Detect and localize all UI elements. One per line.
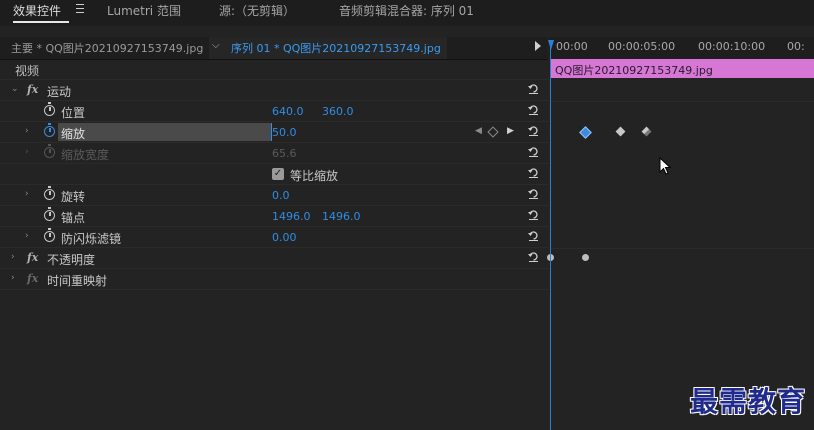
stopwatch-icon[interactable] — [44, 123, 55, 137]
property-label: 防闪烁滤镜 — [61, 232, 122, 246]
stopwatch-icon[interactable] — [44, 102, 55, 116]
effect-label: 不透明度 — [47, 253, 96, 267]
chevron-down-icon[interactable]: ⌄ — [11, 84, 19, 94]
reset-icon[interactable] — [528, 125, 539, 136]
property-anchor-row: 锚点 1496.0 1496.0 — [0, 206, 549, 227]
section-label: 视频 — [15, 64, 40, 78]
property-antiflicker-row: › 防闪烁滤镜 0.00 — [0, 227, 549, 248]
panel-tab-bar: 效果控件 Lumetri 范围 源:（无剪辑） 音频剪辑混合器: 序列 01 — [0, 0, 814, 26]
property-label: 位置 — [61, 106, 86, 120]
master-source-label[interactable]: 主要 * QQ图片20210927153749.jpg — [11, 40, 203, 56]
tab-audio-clip-mixer[interactable]: 音频剪辑混合器: 序列 01 — [339, 2, 474, 19]
effect-label: 时间重映射 — [47, 274, 108, 288]
tab-effect-controls[interactable]: 效果控件 — [13, 2, 61, 19]
sequence-clip-label[interactable]: 序列 01 * QQ图片20210927153749.jpg — [231, 40, 441, 56]
add-keyframe-icon[interactable] — [487, 126, 499, 138]
reset-icon[interactable] — [528, 146, 539, 157]
reset-icon[interactable] — [528, 251, 539, 262]
property-position-row: 位置 640.0 360.0 — [0, 101, 549, 122]
ruler-tick-label: 00:00 — [556, 40, 588, 53]
active-tab-indicator — [13, 21, 69, 23]
property-uniform-scale-row: ✓ 等比缩放 — [0, 164, 549, 185]
tab-lumetri-scopes[interactable]: Lumetri 范围 — [107, 2, 181, 19]
effect-time-remap-row[interactable]: › fx 时间重映射 — [0, 269, 549, 290]
ruler-tick-label: 00:00:10:00 — [698, 40, 766, 53]
chevron-right-icon[interactable]: › — [11, 252, 15, 262]
effect-motion-row[interactable]: ⌄ fx 运动 — [0, 80, 549, 101]
reset-icon[interactable] — [528, 188, 539, 199]
chevron-right-icon[interactable]: › — [11, 273, 15, 283]
anchor-x-value[interactable]: 1496.0 — [272, 210, 311, 223]
chevron-down-icon[interactable]: ⌵ — [212, 40, 220, 51]
playhead-handle[interactable] — [548, 40, 554, 50]
section-video: 视频 — [0, 59, 549, 80]
anchor-y-value[interactable]: 1496.0 — [322, 210, 361, 223]
reset-icon[interactable] — [528, 83, 539, 94]
chevron-right-icon[interactable]: › — [25, 231, 29, 241]
property-rotation-row: › 旋转 0.0 — [0, 185, 549, 206]
selected-highlight — [58, 123, 271, 141]
fx-icon[interactable]: fx — [27, 251, 38, 264]
effect-label: 运动 — [47, 85, 72, 99]
uniform-scale-checkbox[interactable]: ✓ — [272, 168, 284, 180]
ruler-tick-label: 00: — [787, 40, 805, 53]
play-only-clip-icon[interactable] — [535, 41, 541, 51]
uniform-scale-label: 等比缩放 — [290, 169, 339, 183]
scale-width-value: 65.6 — [272, 147, 297, 160]
mouse-cursor-icon — [659, 157, 671, 175]
effect-opacity-row[interactable]: › fx 不透明度 — [0, 248, 549, 269]
property-label: 旋转 — [61, 190, 86, 204]
tab-source[interactable]: 源:（无剪辑） — [219, 2, 295, 19]
timeline-divider — [550, 248, 814, 249]
reset-icon[interactable] — [528, 209, 539, 220]
antiflicker-value[interactable]: 0.00 — [272, 231, 297, 244]
property-label: 缩放 — [61, 127, 86, 141]
stopwatch-icon — [44, 144, 55, 158]
fx-icon: fx — [27, 272, 39, 285]
reset-icon[interactable] — [528, 104, 539, 115]
clip-header-row: 主要 * QQ图片20210927153749.jpg ⌵ 序列 01 * QQ… — [0, 37, 548, 60]
fx-icon[interactable]: fx — [27, 83, 38, 96]
position-x-value[interactable]: 640.0 — [272, 105, 304, 118]
rotation-value[interactable]: 0.0 — [272, 189, 290, 202]
opacity-keyframe[interactable] — [582, 254, 589, 261]
property-scale-width-row: › 缩放宽度 65.6 — [0, 143, 549, 164]
next-keyframe-icon[interactable]: ▶ — [507, 126, 514, 136]
property-label: 缩放宽度 — [61, 148, 110, 162]
ruler-tick-label: 00:00:05:00 — [608, 40, 676, 53]
reset-icon[interactable] — [528, 230, 539, 241]
chevron-right-icon[interactable]: › — [25, 189, 29, 199]
position-y-value[interactable]: 360.0 — [322, 105, 354, 118]
property-scale-row: › 缩放 50.0 ◀ ▶ — [0, 122, 549, 143]
stopwatch-icon[interactable] — [44, 186, 55, 200]
panel-menu-icon[interactable] — [76, 4, 84, 16]
clip-bar-label: QQ图片20210927153749.jpg — [555, 64, 713, 77]
watermark-logo: 最需教育 — [690, 385, 807, 418]
reset-icon[interactable] — [528, 167, 539, 178]
chevron-right-icon: › — [25, 147, 29, 157]
scale-value[interactable]: 50.0 — [272, 126, 297, 139]
prev-keyframe-icon[interactable]: ◀ — [475, 126, 482, 136]
chevron-right-icon[interactable]: › — [25, 126, 29, 136]
timeline-ruler[interactable] — [549, 37, 814, 59]
stopwatch-icon[interactable] — [44, 228, 55, 242]
stopwatch-icon[interactable] — [44, 207, 55, 221]
timeline-divider — [550, 101, 814, 102]
playhead-line[interactable] — [550, 42, 551, 430]
property-label: 锚点 — [61, 211, 86, 225]
